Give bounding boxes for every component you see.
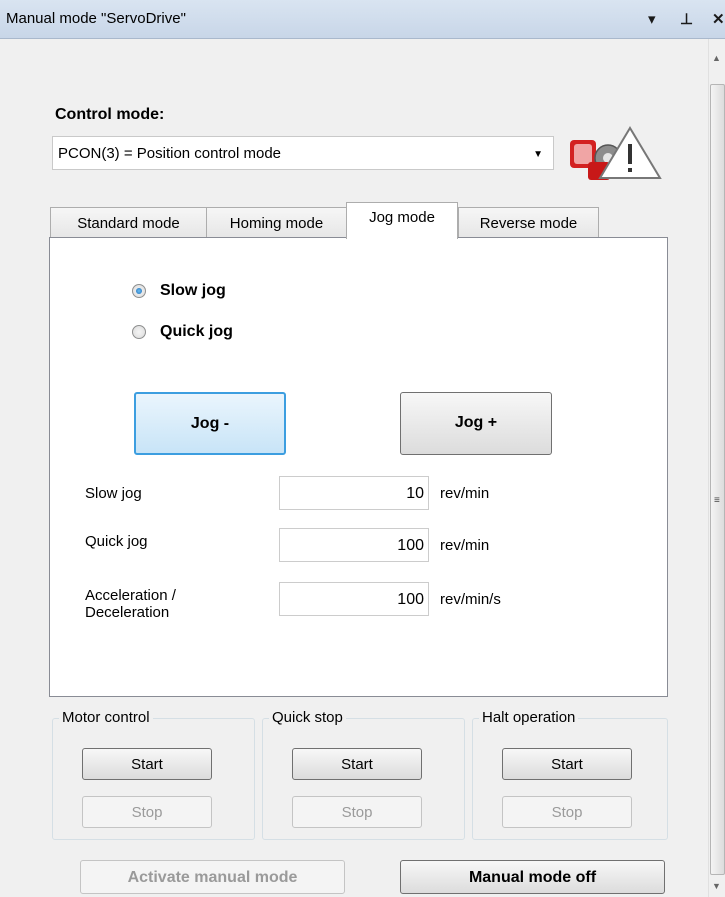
motor-control-group: Motor control Start Stop xyxy=(52,709,255,840)
jog-plus-button[interactable]: Jog + xyxy=(400,392,552,455)
slow-jog-radio[interactable]: Slow jog xyxy=(132,282,226,300)
control-mode-label: Control mode: xyxy=(55,106,165,123)
quick-stop-stop-button[interactable]: Stop xyxy=(292,796,422,828)
jog-minus-button[interactable]: Jog - xyxy=(134,392,286,455)
quick-stop-group: Quick stop Start Stop xyxy=(262,709,465,840)
control-mode-select[interactable]: PCON(3) = Position control mode ▼ xyxy=(52,136,554,170)
quick-jog-radio-label: Quick jog xyxy=(160,323,233,340)
tab-homing-mode[interactable]: Homing mode xyxy=(206,207,347,238)
acceleration-unit: rev/min/s xyxy=(440,591,501,608)
motor-control-stop-button[interactable]: Stop xyxy=(82,796,212,828)
window-title-bar: Manual mode "ServoDrive" ▾ ⊥ ✕ xyxy=(0,0,725,39)
slow-jog-radio-label: Slow jog xyxy=(160,282,226,299)
halt-operation-start-button[interactable]: Start xyxy=(502,748,632,780)
activate-manual-mode-button[interactable]: Activate manual mode xyxy=(80,860,345,894)
radio-checked-icon xyxy=(132,284,146,298)
vertical-scrollbar[interactable]: ▲ ≡ ▼ xyxy=(708,39,725,897)
quick-jog-radio[interactable]: Quick jog xyxy=(132,323,233,341)
slow-jog-unit: rev/min xyxy=(440,485,490,502)
slow-jog-input[interactable]: 10 xyxy=(279,476,429,510)
halt-operation-group: Halt operation Start Stop xyxy=(472,709,668,840)
scroll-up-icon[interactable]: ▲ xyxy=(712,53,721,63)
quick-jog-unit: rev/min xyxy=(440,537,490,554)
window-title: Manual mode "ServoDrive" xyxy=(6,10,186,27)
quick-stop-start-button[interactable]: Start xyxy=(292,748,422,780)
scroll-thumb[interactable]: ≡ xyxy=(710,84,725,875)
motor-control-start-button[interactable]: Start xyxy=(82,748,212,780)
close-icon[interactable]: ✕ xyxy=(712,10,725,28)
jog-mode-panel: Slow jog Quick jog Jog - Jog + Slow jog … xyxy=(49,237,668,697)
grip-icon: ≡ xyxy=(714,495,720,506)
chevron-down-icon: ▼ xyxy=(533,149,543,160)
radio-unchecked-icon xyxy=(132,325,146,339)
quick-jog-label: Quick jog xyxy=(85,533,148,550)
quick-jog-input[interactable]: 100 xyxy=(279,528,429,562)
servo-warning-icon xyxy=(570,126,662,180)
tab-jog-mode[interactable]: Jog mode xyxy=(346,202,458,239)
halt-operation-stop-button[interactable]: Stop xyxy=(502,796,632,828)
control-mode-value: PCON(3) = Position control mode xyxy=(58,145,282,162)
quick-stop-title: Quick stop xyxy=(269,709,346,726)
tab-standard-mode[interactable]: Standard mode xyxy=(50,207,207,238)
scroll-down-icon[interactable]: ▼ xyxy=(712,881,721,891)
slow-jog-label: Slow jog xyxy=(85,485,142,502)
motor-control-title: Motor control xyxy=(59,709,153,726)
halt-operation-title: Halt operation xyxy=(479,709,579,726)
window-menu-dropdown-icon[interactable]: ▾ xyxy=(648,10,656,28)
manual-mode-off-button[interactable]: Manual mode off xyxy=(400,860,665,894)
acceleration-deceleration-label: Acceleration / Deceleration xyxy=(85,587,176,621)
pin-icon[interactable]: ⊥ xyxy=(680,10,693,28)
tab-reverse-mode[interactable]: Reverse mode xyxy=(458,207,599,238)
acceleration-input[interactable]: 100 xyxy=(279,582,429,616)
